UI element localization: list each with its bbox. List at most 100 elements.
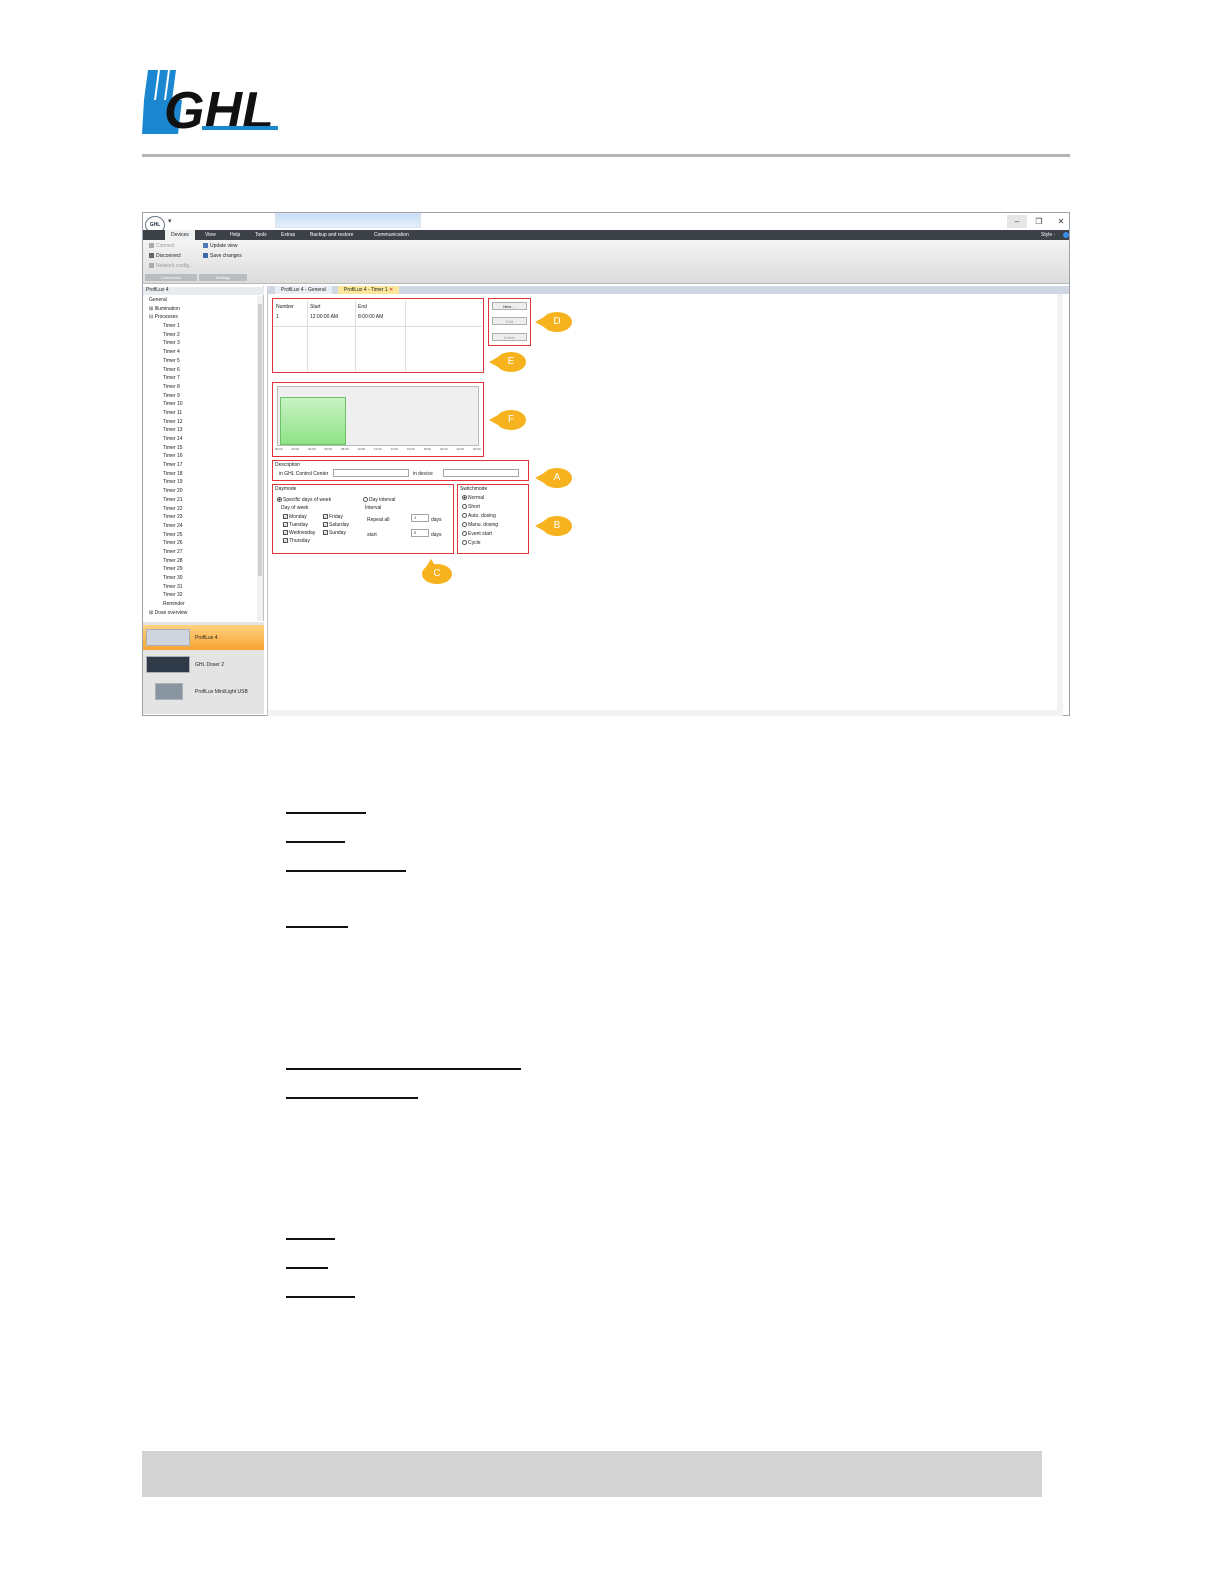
switch-cycle-radio[interactable]: Cycle — [462, 540, 481, 546]
tree-item[interactable]: Timer 15 — [143, 444, 257, 453]
tree-item[interactable]: Timer 19 — [143, 478, 257, 487]
tree-item[interactable]: Timer 11 — [143, 409, 257, 418]
ccc-description-input[interactable] — [333, 469, 409, 477]
tree-item[interactable]: Timer 31 — [143, 583, 257, 592]
tree-item[interactable]: Timer 20 — [143, 487, 257, 496]
start-label: start — [367, 532, 377, 538]
style-menu[interactable]: Style · — [1041, 232, 1055, 238]
friday-checkbox[interactable]: ✓ Friday — [323, 514, 343, 520]
delete-button[interactable]: Delete — [492, 333, 527, 341]
device-doser[interactable]: GHL Doser 2 — [143, 652, 264, 677]
menu-tools[interactable]: Tools — [255, 232, 267, 238]
tree-item[interactable]: Timer 28 — [143, 557, 257, 566]
close-button[interactable]: ✕ — [1051, 215, 1071, 228]
network-config-button[interactable]: Network config... — [149, 263, 193, 269]
start-stepper[interactable]: 0 — [411, 529, 429, 537]
device-mini[interactable]: ProfiLux Mini/Light USB — [143, 679, 264, 704]
menu-help[interactable]: Help — [230, 232, 240, 238]
minimize-button[interactable]: – — [1007, 215, 1027, 228]
tree-item-label: Dose overview — [154, 609, 188, 616]
tree-item[interactable]: Timer 14 — [143, 435, 257, 444]
switch-normal-radio[interactable]: Normal — [462, 495, 484, 501]
save-changes-button[interactable]: Save changes — [203, 253, 242, 259]
update-view-button[interactable]: Update view — [203, 243, 238, 249]
tree-item[interactable]: Timer 2 — [143, 331, 257, 340]
menu-extras[interactable]: Extras — [281, 232, 295, 238]
tree-item-label: Timer 16 — [163, 453, 183, 460]
tree-item[interactable]: Timer 26 — [143, 539, 257, 548]
tree-item[interactable]: Reminder — [143, 600, 257, 609]
quick-access-menu[interactable]: ▾ — [168, 217, 172, 225]
monday-checkbox[interactable]: ✓ Monday — [283, 514, 307, 520]
tree-item[interactable]: Timer 5 — [143, 357, 257, 366]
device-description-input[interactable] — [443, 469, 519, 477]
menu-view[interactable]: View — [205, 232, 216, 238]
connect-button[interactable]: Connect — [149, 243, 175, 249]
edit-button[interactable]: Edit — [492, 317, 527, 325]
tree-item[interactable]: Timer 7 — [143, 374, 257, 383]
tree-item[interactable]: Timer 12 — [143, 418, 257, 427]
tree-item-label: Timer 21 — [163, 496, 183, 503]
switch-auto-dosing-radio[interactable]: Auto. dosing — [462, 513, 496, 519]
tree-item[interactable]: Timer 27 — [143, 548, 257, 557]
tree-item[interactable]: Timer 32 — [143, 591, 257, 600]
disconnect-button[interactable]: Disconnect — [149, 253, 181, 259]
menu-devices[interactable]: Devices — [165, 230, 195, 240]
tab-general[interactable]: ProfiLux 4 - General — [275, 286, 332, 294]
tree-item[interactable]: Timer 16 — [143, 452, 257, 461]
menu-communication[interactable]: Communication — [374, 232, 409, 238]
day-interval-radio[interactable]: Day interval — [363, 497, 395, 503]
tree-item[interactable]: Timer 25 — [143, 531, 257, 540]
sunday-checkbox[interactable]: ✓ Sunday — [323, 530, 346, 536]
tuesday-checkbox[interactable]: ✓ Tuesday — [283, 522, 308, 528]
tree-item[interactable]: Timer 21 — [143, 496, 257, 505]
tree-item-label: Timer 15 — [163, 444, 183, 451]
tree-item[interactable]: Timer 17 — [143, 461, 257, 470]
switch-event-start-radio[interactable]: Event start — [462, 531, 492, 537]
tree-item[interactable]: Timer 22 — [143, 505, 257, 514]
specific-days-radio[interactable]: Specific days of week — [277, 497, 331, 503]
tree-item[interactable]: General — [143, 296, 257, 305]
tree-item[interactable]: Timer 10 — [143, 400, 257, 409]
restore-button[interactable]: ❐ — [1029, 215, 1049, 228]
tree-item[interactable]: Timer 8 — [143, 383, 257, 392]
cell-number[interactable]: 1 — [276, 314, 279, 320]
tree-scrollbar[interactable] — [257, 296, 263, 621]
scroll-thumb[interactable] — [258, 304, 262, 576]
wednesday-checkbox[interactable]: ✓ Wednesday — [283, 530, 315, 536]
device-profilux4[interactable]: ProfiLux 4 — [143, 625, 264, 650]
tree-item[interactable]: Timer 18 — [143, 470, 257, 479]
tree-item[interactable]: Timer 4 — [143, 348, 257, 357]
tree-item[interactable]: Timer 13 — [143, 426, 257, 435]
help-icon[interactable] — [1063, 232, 1069, 238]
saturday-checkbox[interactable]: ✓ Saturday — [323, 522, 349, 528]
new-button[interactable]: New ... — [492, 302, 527, 310]
tree-item[interactable]: Timer 1 — [143, 322, 257, 331]
switch-short-radio[interactable]: Short — [462, 504, 480, 510]
tree-item[interactable]: Timer 24 — [143, 522, 257, 531]
tree-item[interactable]: Timer 9 — [143, 392, 257, 401]
tree-item[interactable]: Timer 29 — [143, 565, 257, 574]
horizontal-scrollbar[interactable] — [268, 710, 1057, 716]
tree-item[interactable]: Timer 30 — [143, 574, 257, 583]
timer-content: Number Start End 1 12:00:00 AM 8:00:00 A… — [267, 294, 1063, 716]
vertical-scrollbar[interactable] — [1057, 294, 1063, 716]
title-bar: GHL ▾ – ❐ ✕ — [143, 213, 1071, 234]
tab-timer1[interactable]: ProfiLux 4 - Timer 1 ✕ — [338, 286, 400, 294]
tree-item[interactable]: ⊟ Processes — [143, 313, 257, 322]
cell-end[interactable]: 8:00:00 AM — [358, 314, 383, 320]
tree-item[interactable]: ⊞ Illumination — [143, 305, 257, 314]
repeat-stepper[interactable]: 1 — [411, 514, 429, 522]
underline-rule — [286, 1068, 521, 1070]
thursday-checkbox[interactable]: ✓ Thursday — [283, 538, 310, 544]
tree-item[interactable]: Timer 6 — [143, 366, 257, 375]
tree-item[interactable]: ⊞ Dose overview — [143, 609, 257, 618]
cell-start[interactable]: 12:00:00 AM — [310, 314, 338, 320]
check-icon: ✓ — [283, 538, 288, 544]
tree-item[interactable]: Timer 3 — [143, 339, 257, 348]
close-tab-icon[interactable]: ✕ — [389, 287, 393, 293]
menu-backup[interactable]: Backup and restore — [310, 232, 353, 238]
underline-rule — [286, 1097, 418, 1099]
switch-manu-dosing-radio[interactable]: Manu. dosing — [462, 522, 498, 528]
tree-item[interactable]: Timer 23 — [143, 513, 257, 522]
